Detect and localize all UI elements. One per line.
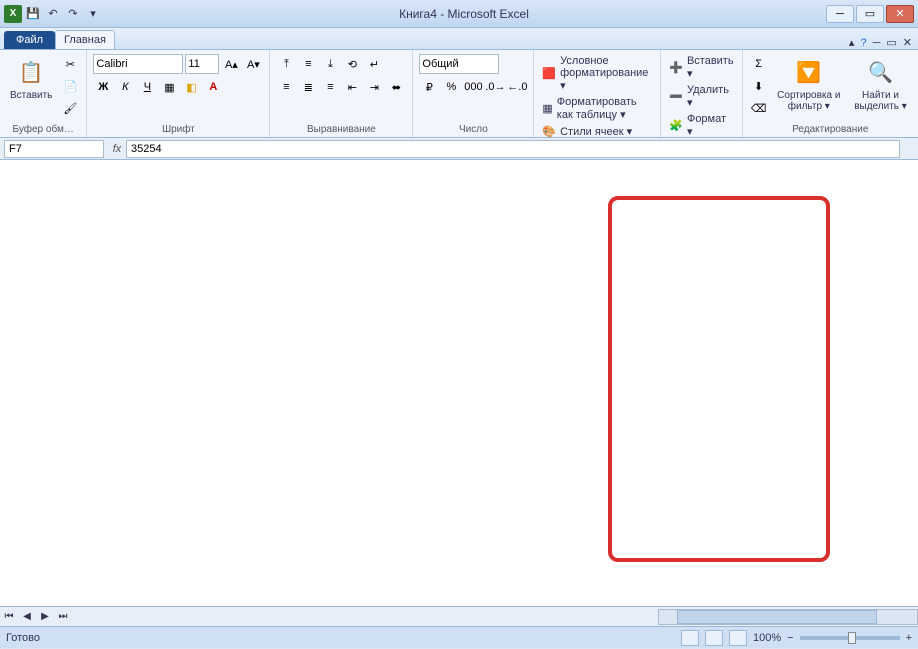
close-button[interactable]: ✕ bbox=[886, 5, 914, 23]
zoom-out-icon[interactable]: − bbox=[787, 632, 793, 644]
align-right-icon[interactable]: ≡ bbox=[320, 77, 340, 97]
view-pagebreak-icon[interactable] bbox=[729, 630, 747, 646]
bold-icon[interactable]: Ж bbox=[93, 77, 113, 97]
grow-font-icon[interactable]: A▴ bbox=[221, 54, 241, 74]
find-select-button[interactable]: 🔍 Найти и выделить ▾ bbox=[849, 54, 912, 114]
wrap-text-icon[interactable]: ↵ bbox=[364, 54, 384, 74]
binoculars-icon: 🔍 bbox=[865, 56, 897, 88]
inc-decimal-icon[interactable]: .0→ bbox=[485, 77, 505, 97]
zoom-slider[interactable] bbox=[800, 636, 900, 640]
qat-dropdown-icon[interactable]: ▾ bbox=[84, 5, 102, 23]
maximize-button[interactable]: ▭ bbox=[856, 5, 884, 23]
sort-filter-button[interactable]: 🔽 Сортировка и фильтр ▾ bbox=[773, 54, 845, 114]
group-styles: 🟥Условное форматирование ▾ ▦Форматироват… bbox=[534, 50, 661, 137]
align-left-icon[interactable]: ≡ bbox=[276, 77, 296, 97]
clipboard-icon: 📋 bbox=[15, 56, 47, 88]
group-alignment: ⤒ ≡ ⤓ ⟲ ↵ ≡ ≣ ≡ ⇤ ⇥ ⬌ Выравнивание bbox=[270, 50, 413, 137]
indent-inc-icon[interactable]: ⇥ bbox=[364, 77, 384, 97]
sheet-nav-last-icon[interactable]: ⏭ bbox=[54, 611, 72, 622]
cell-styles-button[interactable]: 🎨Стили ячеек ▾ bbox=[540, 124, 634, 139]
funnel-icon: 🔽 bbox=[793, 56, 825, 88]
paste-button[interactable]: 📋 Вставить bbox=[6, 54, 56, 103]
table-icon: ▦ bbox=[542, 102, 552, 115]
horizontal-scrollbar[interactable] bbox=[658, 609, 918, 625]
redo-icon[interactable]: ↷ bbox=[64, 5, 82, 23]
delete-cells-button[interactable]: ➖Удалить ▾ bbox=[667, 83, 735, 110]
format-cells-button[interactable]: 🧩Формат ▾ bbox=[667, 112, 735, 139]
zoom-level: 100% bbox=[753, 632, 781, 644]
format-icon: 🧩 bbox=[669, 119, 683, 132]
group-number: ₽ % 000 .0→ ←.0 Число bbox=[413, 50, 534, 137]
font-name-select[interactable] bbox=[93, 54, 183, 74]
worksheet-grid[interactable] bbox=[0, 160, 918, 606]
ribbon-tabs: Файл Главная ▴ ? ─ ▭ ✕ bbox=[0, 28, 918, 50]
sheet-nav-first-icon[interactable]: ⏮ bbox=[0, 611, 18, 622]
ribbon-minimize-icon[interactable]: ▴ bbox=[849, 36, 855, 49]
formula-input[interactable]: 35254 bbox=[126, 140, 900, 158]
fill-icon[interactable]: ⬇ bbox=[749, 76, 769, 96]
formula-bar: F7 fx 35254 bbox=[0, 138, 918, 160]
percent-icon[interactable]: % bbox=[441, 77, 461, 97]
minimize-button[interactable]: ─ bbox=[826, 5, 854, 23]
title-bar: X 💾 ↶ ↷ ▾ Книга4 - Microsoft Excel ─ ▭ ✕ bbox=[0, 0, 918, 28]
currency-icon[interactable]: ₽ bbox=[419, 77, 439, 97]
cut-icon[interactable]: ✂ bbox=[60, 54, 80, 74]
align-center-icon[interactable]: ≣ bbox=[298, 77, 318, 97]
conditional-formatting-button[interactable]: 🟥Условное форматирование ▾ bbox=[540, 54, 654, 93]
cf-icon: 🟥 bbox=[542, 67, 556, 80]
italic-icon[interactable]: К bbox=[115, 77, 135, 97]
quick-access-toolbar: X 💾 ↶ ↷ ▾ bbox=[4, 5, 102, 23]
align-middle-icon[interactable]: ≡ bbox=[298, 54, 318, 74]
font-color-icon[interactable]: A bbox=[203, 77, 223, 97]
annotation-highlight bbox=[608, 196, 830, 562]
doc-close-icon[interactable]: ✕ bbox=[903, 36, 912, 49]
save-icon[interactable]: 💾 bbox=[24, 5, 42, 23]
font-size-select[interactable] bbox=[185, 54, 219, 74]
sheet-nav-prev-icon[interactable]: ◀ bbox=[18, 611, 36, 622]
help-icon[interactable]: ? bbox=[860, 37, 866, 49]
ribbon: 📋 Вставить ✂ 📄 🖌 Буфер обм… A▴ A▾ Ж К Ч bbox=[0, 50, 918, 138]
group-font: A▴ A▾ Ж К Ч ▦ ◧ A Шрифт bbox=[87, 50, 270, 137]
view-layout-icon[interactable] bbox=[705, 630, 723, 646]
view-normal-icon[interactable] bbox=[681, 630, 699, 646]
cellstyle-icon: 🎨 bbox=[542, 125, 556, 138]
sheet-nav-next-icon[interactable]: ▶ bbox=[36, 611, 54, 622]
status-ready: Готово bbox=[6, 632, 40, 644]
delete-icon: ➖ bbox=[669, 90, 683, 103]
clear-icon[interactable]: ⌫ bbox=[749, 98, 769, 118]
format-painter-icon[interactable]: 🖌 bbox=[60, 98, 80, 118]
number-format-select[interactable] bbox=[419, 54, 499, 74]
dec-decimal-icon[interactable]: ←.0 bbox=[507, 77, 527, 97]
orientation-icon[interactable]: ⟲ bbox=[342, 54, 362, 74]
status-bar: Готово 100% − + bbox=[0, 626, 918, 648]
sheet-tab-bar: ⏮ ◀ ▶ ⏭ bbox=[0, 606, 918, 626]
group-editing: Σ ⬇ ⌫ 🔽 Сортировка и фильтр ▾ 🔍 Найти и … bbox=[743, 50, 918, 137]
doc-restore-icon[interactable]: ▭ bbox=[886, 36, 896, 49]
format-as-table-button[interactable]: ▦Форматировать как таблицу ▾ bbox=[540, 95, 654, 122]
undo-icon[interactable]: ↶ bbox=[44, 5, 62, 23]
align-top-icon[interactable]: ⤒ bbox=[276, 54, 296, 74]
border-icon[interactable]: ▦ bbox=[159, 77, 179, 97]
underline-icon[interactable]: Ч bbox=[137, 77, 157, 97]
merge-icon[interactable]: ⬌ bbox=[386, 77, 406, 97]
name-box[interactable]: F7 bbox=[4, 140, 104, 158]
group-cells: ➕Вставить ▾ ➖Удалить ▾ 🧩Формат ▾ Ячейки bbox=[661, 50, 742, 137]
group-clipboard: 📋 Вставить ✂ 📄 🖌 Буфер обм… bbox=[0, 50, 87, 137]
copy-icon[interactable]: 📄 bbox=[60, 76, 80, 96]
shrink-font-icon[interactable]: A▾ bbox=[243, 54, 263, 74]
doc-minimize-icon[interactable]: ─ bbox=[873, 37, 881, 49]
file-tab[interactable]: Файл bbox=[4, 31, 55, 49]
indent-dec-icon[interactable]: ⇤ bbox=[342, 77, 362, 97]
ribbon-tab-0[interactable]: Главная bbox=[55, 30, 115, 49]
fx-icon[interactable]: fx bbox=[108, 143, 126, 155]
zoom-in-icon[interactable]: + bbox=[906, 632, 912, 644]
insert-icon: ➕ bbox=[669, 61, 683, 74]
align-bottom-icon[interactable]: ⤓ bbox=[320, 54, 340, 74]
autosum-icon[interactable]: Σ bbox=[749, 54, 769, 74]
thousands-icon[interactable]: 000 bbox=[463, 77, 483, 97]
window-title: Книга4 - Microsoft Excel bbox=[102, 7, 826, 21]
excel-icon: X bbox=[4, 5, 22, 23]
fill-color-icon[interactable]: ◧ bbox=[181, 77, 201, 97]
insert-cells-button[interactable]: ➕Вставить ▾ bbox=[667, 54, 735, 81]
